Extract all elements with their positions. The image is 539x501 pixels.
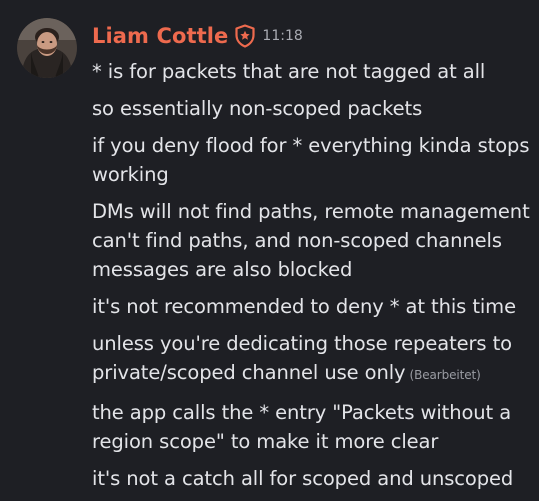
message-line: if you deny flood for * everything kinda… [92, 134, 530, 186]
avatar[interactable] [17, 18, 77, 78]
message-header: Liam Cottle 11:18 [92, 24, 303, 54]
edited-label: (Bearbeitet) [409, 368, 481, 382]
shield-star-icon[interactable] [234, 24, 256, 48]
chat-message: Liam Cottle 11:18 * is for packets that … [0, 0, 539, 500]
message-content: * is for packets that are not tagged at … [92, 57, 532, 501]
avatar-image [17, 18, 77, 78]
message-line: * is for packets that are not tagged at … [92, 60, 486, 83]
timestamp: 11:18 [262, 28, 303, 44]
message-line: it's not a catch all for scoped and unsc… [92, 467, 514, 490]
message-line-edited: unless you're dedicating those repeaters… [92, 329, 532, 390]
message-line: it's not recommended to deny * at this t… [92, 295, 516, 318]
message-line: so essentially non-scoped packets [92, 97, 423, 120]
username[interactable]: Liam Cottle [92, 24, 228, 48]
message-line: DMs will not find paths, remote manageme… [92, 200, 530, 281]
message-line: the app calls the * entry "Packets witho… [92, 401, 512, 453]
